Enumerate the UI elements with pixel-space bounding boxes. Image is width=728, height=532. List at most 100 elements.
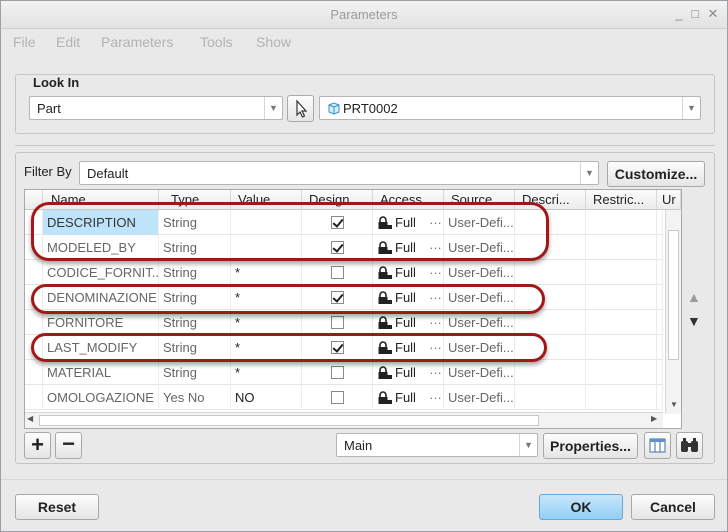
cell-description[interactable] [515,210,586,235]
cell-designate[interactable] [302,385,373,410]
horizontal-scrollbar[interactable]: ◀ ▶ [25,412,663,428]
cell-restricted[interactable] [586,335,657,360]
cell-type[interactable]: Yes No [159,385,231,410]
access-more-icon[interactable]: … [429,335,442,357]
designate-checkbox[interactable] [331,266,344,279]
designate-checkbox[interactable] [331,341,344,354]
cell-name[interactable]: MATERIAL [43,360,159,385]
cell-description[interactable] [515,335,586,360]
cell-name[interactable]: FORNITORE [43,310,159,335]
splitter[interactable] [15,145,715,146]
properties-button[interactable]: Properties... [543,433,638,459]
cell-restricted[interactable] [586,385,657,410]
table-row[interactable]: LAST_MODIFY String * Full … User-Defi... [25,335,663,360]
designate-checkbox[interactable] [331,291,344,304]
table-row[interactable]: DENOMINAZIONE String * Full … User-Defi... [25,285,663,310]
cell-restricted[interactable] [586,210,657,235]
maximize-button[interactable]: □ [687,6,703,22]
access-more-icon[interactable]: … [429,235,442,257]
cell-designate[interactable] [302,360,373,385]
cell-value[interactable] [231,210,302,235]
filter-by-select[interactable]: Default ▼ [79,161,599,185]
access-more-icon[interactable]: … [429,285,442,307]
cell-type[interactable]: String [159,310,231,335]
column-header-units[interactable]: Ur [658,190,681,210]
column-header-restricted[interactable]: Restric... [587,190,657,210]
cell-access[interactable]: Full… [373,285,444,310]
access-more-icon[interactable]: … [429,310,442,332]
cell-name[interactable]: DESCRIPTION [43,210,159,235]
cell-name[interactable]: MODELED_BY [43,235,159,260]
cell-description[interactable] [515,260,586,285]
cell-type[interactable]: String [159,210,231,235]
add-parameter-button[interactable]: + [24,432,51,459]
cell-description[interactable] [515,360,586,385]
cell-name[interactable]: OMOLOGAZIONE [43,385,159,410]
column-header-type[interactable]: Type [165,190,231,210]
remove-parameter-button[interactable]: − [55,432,82,459]
cell-type[interactable]: String [159,260,231,285]
access-more-icon[interactable]: … [429,360,442,382]
cell-value[interactable]: * [231,260,302,285]
cell-access[interactable]: Full… [373,210,444,235]
cell-type[interactable]: String [159,335,231,360]
cell-designate[interactable] [302,235,373,260]
look-in-type-select[interactable]: Part ▼ [29,96,283,120]
cell-access[interactable]: Full… [373,335,444,360]
find-button[interactable] [676,432,703,459]
horizontal-scroll-thumb[interactable] [39,415,539,426]
cell-name[interactable]: DENOMINAZIONE [43,285,159,310]
cell-restricted[interactable] [586,235,657,260]
cell-units[interactable] [657,335,663,360]
reset-button[interactable]: Reset [15,494,99,520]
cell-value[interactable]: * [231,335,302,360]
access-more-icon[interactable]: … [429,260,442,282]
cell-value[interactable]: * [231,360,302,385]
table-row[interactable]: OMOLOGAZIONE Yes No NO Full … User-Defi... [25,385,663,410]
designate-checkbox[interactable] [331,216,344,229]
scroll-down-icon[interactable]: ▼ [666,400,681,409]
table-row[interactable]: FORNITORE String * Full … User-Defi... [25,310,663,335]
cell-name[interactable]: CODICE_FORNIT... [43,260,159,285]
cell-type[interactable]: String [159,235,231,260]
cell-units[interactable] [657,210,663,235]
cell-designate[interactable] [302,285,373,310]
menu-parameters[interactable]: Parameters [101,34,173,50]
table-columns-button[interactable] [644,432,671,459]
designate-checkbox[interactable] [331,316,344,329]
access-more-icon[interactable]: … [429,385,442,407]
cell-designate[interactable] [302,335,373,360]
cell-designate[interactable] [302,210,373,235]
vertical-scrollbar[interactable]: ▼ [665,210,681,414]
cancel-button[interactable]: Cancel [631,494,715,520]
column-header-value[interactable]: Value [232,190,302,210]
cell-description[interactable] [515,285,586,310]
cell-restricted[interactable] [586,260,657,285]
cell-description[interactable] [515,310,586,335]
column-header-designate[interactable]: Design... [303,190,373,210]
move-down-icon[interactable]: ▼ [687,313,701,329]
column-header-name[interactable]: Name [45,190,159,210]
menu-file[interactable]: File [13,34,36,50]
cell-type[interactable]: String [159,285,231,310]
cell-access[interactable]: Full… [373,385,444,410]
cell-access[interactable]: Full… [373,260,444,285]
scroll-left-icon[interactable]: ◀ [27,414,33,423]
cell-description[interactable] [515,235,586,260]
table-row[interactable]: MATERIAL String * Full … User-Defi... [25,360,663,385]
menu-show[interactable]: Show [256,34,291,50]
table-row[interactable]: DESCRIPTION String Full … User-Defi... [25,210,663,235]
cell-access[interactable]: Full… [373,310,444,335]
column-header-access[interactable]: Access [374,190,444,210]
customize-button[interactable]: Customize... [607,161,705,187]
cell-units[interactable] [657,385,663,410]
cell-units[interactable] [657,310,663,335]
column-header-description[interactable]: Descri... [516,190,586,210]
cell-units[interactable] [657,260,663,285]
cell-access[interactable]: Full… [373,360,444,385]
cell-designate[interactable] [302,310,373,335]
menu-tools[interactable]: Tools [200,34,233,50]
ok-button[interactable]: OK [539,494,623,520]
minimize-button[interactable]: _ [671,6,687,22]
cell-units[interactable] [657,235,663,260]
